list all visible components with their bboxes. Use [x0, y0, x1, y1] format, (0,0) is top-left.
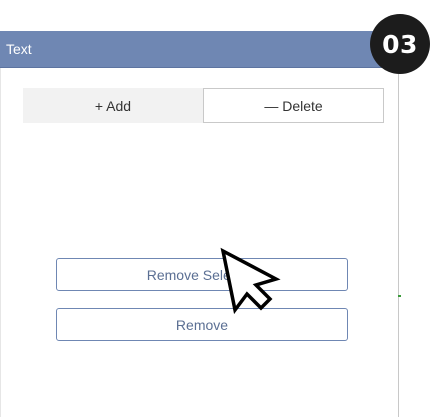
delete-tab[interactable]: — Delete: [203, 88, 384, 123]
add-tab[interactable]: + Add: [23, 88, 203, 123]
remove-selected-button[interactable]: Remove Selected: [56, 258, 348, 291]
remove-button[interactable]: Remove: [56, 308, 348, 341]
step-badge: 03: [370, 14, 430, 74]
edge-marker: [398, 295, 401, 297]
panel-body: + Add — Delete Remove Selected Remove: [0, 68, 398, 417]
text-panel: Text + Add — Delete Remove Selected Remo…: [0, 31, 399, 417]
mode-tabs: + Add — Delete: [23, 88, 384, 123]
panel-header: Text: [0, 31, 399, 68]
panel-title: Text: [6, 41, 32, 57]
